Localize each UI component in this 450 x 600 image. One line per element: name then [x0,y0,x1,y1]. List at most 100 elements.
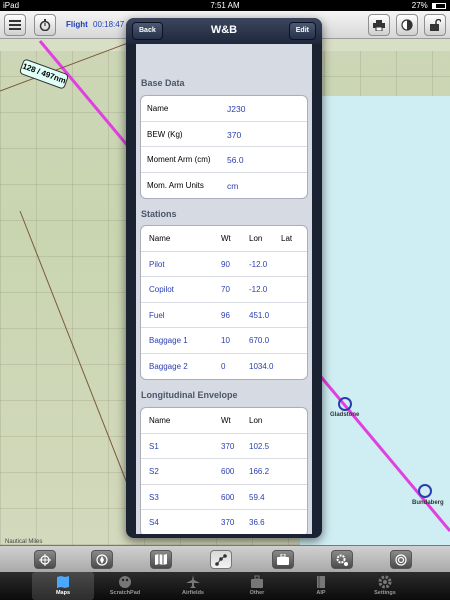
briefcase-icon [251,575,263,588]
station-lon: -12.0 [249,285,268,294]
map-bottom-toolbar [0,545,450,572]
flight-time: 00:18:47 [93,20,125,29]
station-row[interactable]: Copilot 70 -12.0 [141,277,307,303]
popover-navbar: Back W&B Edit [126,18,322,44]
menu-button[interactable] [4,14,26,36]
place-label-bundaberg: Bundaberg [412,500,444,506]
flight-label: Flight [66,20,88,29]
column-header: Name [149,234,171,243]
station-lon: 1034.0 [249,361,274,371]
row-label: BEW (Kg) [147,129,183,139]
target-button[interactable] [390,550,412,569]
station-name: Pilot [149,259,165,269]
column-header: Wt [221,234,231,243]
envelope-weight: 600 [221,467,235,476]
envelope-row[interactable]: S3 600 59.4 [141,485,307,510]
battery-status: 27% [412,0,446,11]
envelope-row[interactable]: S1 370 102.5 [141,434,307,459]
envelope-lon: 166.2 [249,467,270,476]
map-charts-icon [155,554,167,565]
unlock-icon [430,19,441,31]
envelope-weight: 370 [221,441,235,451]
tab-other[interactable]: Other [226,572,288,600]
base-data-row[interactable]: Name J230 [141,96,307,122]
envelope-lon: 36.6 [249,518,265,527]
station-name: Copilot [149,285,174,294]
base-data-row[interactable]: BEW (Kg) 370 [141,122,307,147]
base-data-group: Name J230 BEW (Kg) 370 Moment Arm (cm) 5… [140,95,308,199]
row-value: 370 [227,129,242,140]
station-row[interactable]: Fuel 96 451.0 [141,303,307,328]
briefcase-icon [277,554,289,565]
envelope-name: S3 [149,492,159,502]
book-icon [317,576,325,588]
station-row[interactable]: Pilot 90 -12.0 [141,252,307,277]
base-data-row[interactable]: Mom. Arm Units cm [141,173,307,199]
section-header-envelope: Longitudinal Envelope [141,390,238,400]
envelope-row[interactable]: S2 600 166.2 [141,459,307,485]
print-button[interactable] [368,14,390,36]
tab-scratchpad[interactable]: ScratchPad [94,572,156,600]
station-name: Baggage 2 [149,361,188,371]
airplane-icon [186,575,200,588]
compass-icon [96,553,108,566]
envelope-weight: 370 [221,518,235,527]
station-weight: 90 [221,259,230,269]
route-icon [215,553,227,566]
row-label: Moment Arm (cm) [147,155,211,164]
charts-button[interactable] [150,550,172,569]
row-value: J230 [227,104,246,114]
envelope-group: Name Wt Lon S1 370 102.5 S2 600 166.2 S3… [140,407,308,534]
rotate-map-button[interactable] [91,550,113,569]
stopwatch-icon [39,19,51,31]
tab-label: AIP [316,590,326,596]
row-value: 56.0 [227,155,244,165]
station-weight: 0 [221,361,226,371]
stations-header-row: Name Wt Lon Lat [141,226,307,252]
printer-icon [373,19,385,31]
station-lon: 670.0 [249,336,270,345]
wb-popover: Back W&B Edit Base Data Name J230 BEW (K… [126,18,322,538]
edit-button[interactable]: Edit [288,22,316,40]
tab-label: Airfields [181,590,204,596]
section-header-base-data: Base Data [141,78,185,88]
tab-label: Settings [374,590,396,596]
map-icon [57,576,69,588]
tab-settings[interactable]: Settings [354,572,416,600]
envelope-lon: 102.5 [249,441,270,451]
tab-airfields[interactable]: Airfields [162,572,224,600]
section-header-stations: Stations [141,209,177,219]
station-row[interactable]: Baggage 1 10 670.0 [141,328,307,354]
tab-aip[interactable]: AIP [290,572,352,600]
stations-group: Name Wt Lon Lat Pilot 90 -12.0 Copilot 7… [140,225,308,380]
popover-content[interactable]: Base Data Name J230 BEW (Kg) 370 Moment … [136,44,312,534]
flight-bag-button[interactable] [272,550,294,569]
lock-button[interactable] [424,14,446,36]
brightness-button[interactable] [396,14,418,36]
place-label-gladstone: Gladstone [330,412,360,418]
tab-bar: Maps ScratchPad Airfields Other AIP Sett… [0,572,450,600]
station-weight: 70 [221,285,230,294]
column-header: Lat [281,234,293,243]
envelope-weight: 600 [221,492,235,502]
row-label: Mom. Arm Units [147,180,204,190]
station-weight: 10 [221,336,230,345]
envelope-header-row: Name Wt Lon [141,408,307,434]
tab-maps[interactable]: Maps [32,572,94,600]
row-label: Name [147,104,169,113]
battery-icon [432,2,446,9]
envelope-name: S4 [149,518,159,527]
map-settings-button[interactable] [331,550,353,569]
station-row[interactable]: Baggage 2 0 1034.0 [141,354,307,380]
column-header: Name [149,416,171,425]
center-button[interactable] [34,550,56,569]
station-lon: -12.0 [249,259,268,269]
timer-button[interactable] [34,14,56,36]
route-button[interactable] [210,550,232,569]
column-header: Lon [249,234,263,243]
envelope-row[interactable]: S4 370 36.6 [141,510,307,534]
target-icon [395,553,407,566]
base-data-row[interactable]: Moment Arm (cm) 56.0 [141,147,307,173]
contrast-icon [401,19,413,31]
crosshair-icon [39,553,51,566]
